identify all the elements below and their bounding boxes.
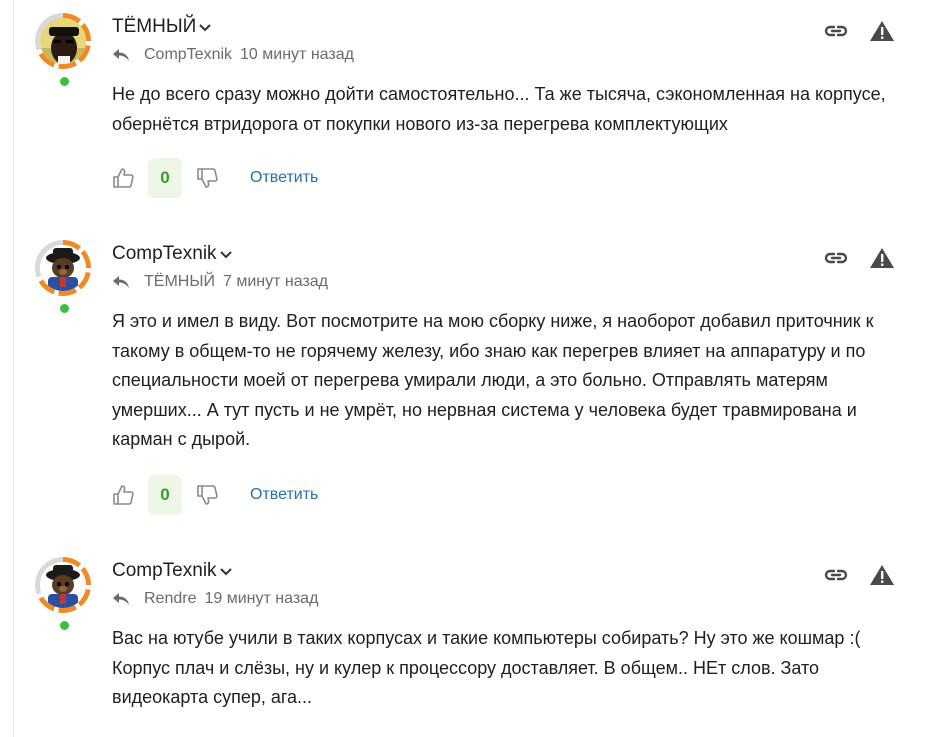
warning-icon[interactable] <box>869 563 895 587</box>
author-name[interactable]: CompTexnik <box>112 560 217 582</box>
comment-text: Вас на ютубе учили в таких корпусах и та… <box>112 628 861 707</box>
rating-score: 0 <box>148 158 182 198</box>
link-icon[interactable] <box>823 563 849 587</box>
chevron-down-icon[interactable] <box>219 247 233 261</box>
reply-arrow-icon <box>113 49 129 61</box>
reply-to-user[interactable]: CompTexnik <box>144 46 232 64</box>
comment-tools <box>823 246 895 270</box>
avatar-image <box>40 245 86 291</box>
comment-author[interactable]: CompTexnik <box>112 560 233 582</box>
reply-arrow-icon <box>113 276 129 288</box>
comment-actions: 0 Ответить <box>112 158 318 198</box>
rating-score: 0 <box>148 475 182 515</box>
comment-time[interactable]: 7 минут назад <box>223 273 328 291</box>
online-indicator <box>58 302 71 315</box>
chevron-down-icon[interactable] <box>198 20 212 34</box>
reply-button[interactable]: Ответить <box>250 169 318 187</box>
reply-to-user[interactable]: Rendre <box>144 590 196 608</box>
reply-meta: Rendre 19 минут назад <box>112 590 318 608</box>
reply-meta: CompTexnik 10 минут назад <box>112 46 354 64</box>
thumb-down-icon[interactable] <box>196 167 218 189</box>
comment-time[interactable]: 19 минут назад <box>204 590 318 608</box>
chevron-down-icon[interactable] <box>219 564 233 578</box>
thumb-down-icon[interactable] <box>196 484 218 506</box>
author-name[interactable]: CompTexnik <box>112 243 217 265</box>
thread-line <box>13 0 14 737</box>
comment-actions: 0 Ответить <box>112 475 318 515</box>
reply-button[interactable]: Ответить <box>250 486 318 504</box>
avatar-image <box>40 18 86 64</box>
comment-author[interactable]: ТЁМНЫЙ <box>112 16 212 38</box>
link-icon[interactable] <box>823 246 849 270</box>
thumb-up-icon[interactable] <box>112 167 134 189</box>
comment-time[interactable]: 10 минут назад <box>240 46 354 64</box>
online-indicator <box>58 619 71 632</box>
thumb-up-icon[interactable] <box>112 484 134 506</box>
avatar-image <box>40 562 86 608</box>
warning-icon[interactable] <box>869 246 895 270</box>
avatar[interactable] <box>35 13 91 88</box>
reply-to-user[interactable]: ТЁМНЫЙ <box>144 273 215 291</box>
comment-text: Я это и имел в виду. Вот посмотрите на м… <box>112 311 874 449</box>
reply-meta: ТЁМНЫЙ 7 минут назад <box>112 273 328 291</box>
comment-text: Не до всего сразу можно дойти самостояте… <box>112 84 886 134</box>
link-icon[interactable] <box>823 19 849 43</box>
avatar[interactable] <box>35 240 91 315</box>
comment-author[interactable]: CompTexnik <box>112 243 233 265</box>
warning-icon[interactable] <box>869 19 895 43</box>
avatar[interactable] <box>35 557 91 632</box>
author-name[interactable]: ТЁМНЫЙ <box>112 16 196 38</box>
online-indicator <box>58 75 71 88</box>
comment-tools <box>823 19 895 43</box>
reply-arrow-icon <box>113 593 129 605</box>
comment-tools <box>823 563 895 587</box>
